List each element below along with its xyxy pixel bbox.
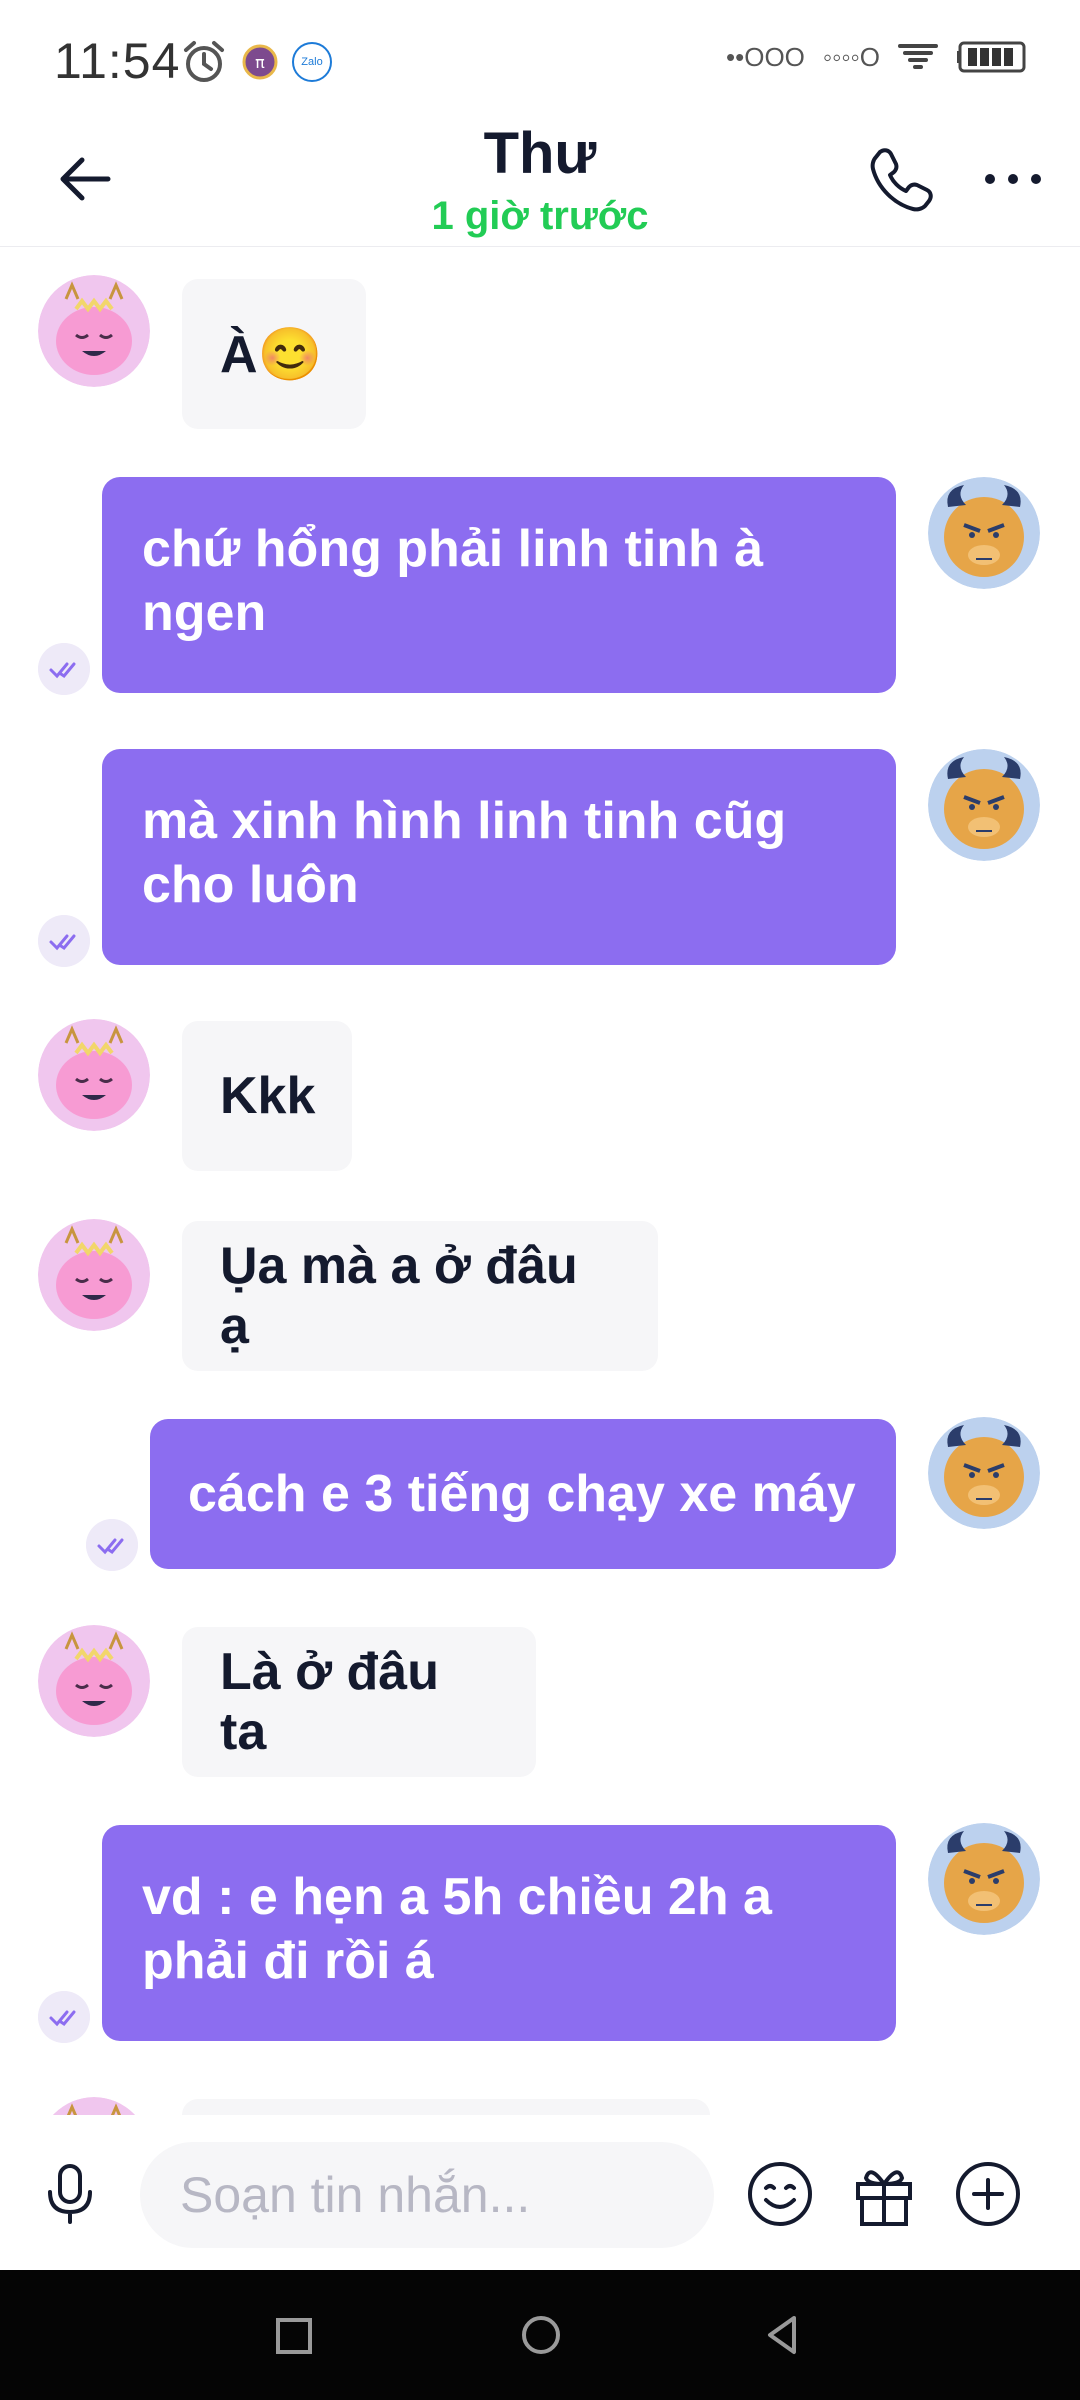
seen-check-icon <box>38 1991 90 2043</box>
seen-check-icon <box>86 1519 138 1571</box>
outgoing-message[interactable]: cách e 3 tiếng chạy xe máy <box>150 1419 896 1569</box>
incoming-message[interactable]: À😊 <box>182 279 366 429</box>
microphone-icon[interactable] <box>36 2160 104 2228</box>
message-composer <box>0 2116 1080 2270</box>
gift-icon[interactable] <box>848 2158 920 2230</box>
my-avatar[interactable] <box>928 1417 1040 1529</box>
phone-call-icon[interactable] <box>862 142 940 220</box>
back-nav-icon[interactable] <box>760 2312 806 2358</box>
status-bar: 11:54 π Zalo ••OOO ◦◦◦◦O <box>0 0 1080 118</box>
svg-text:π: π <box>255 53 265 72</box>
wifi-icon <box>898 44 938 69</box>
system-navigation-bar <box>0 2270 1080 2400</box>
seen-check-icon <box>38 915 90 967</box>
signal-strength-1: ••OOO <box>726 41 805 72</box>
outgoing-message[interactable]: chứ hổng phải linh tinh à ngen <box>102 477 896 693</box>
incoming-message[interactable]: Là ở đâu ta <box>182 1627 536 1777</box>
emoji-icon[interactable] <box>744 2158 816 2230</box>
alarm-icon <box>184 41 224 82</box>
message-list[interactable]: À😊 chứ hổng phải linh tinh à ngen mà xin… <box>0 247 1080 2115</box>
pi-network-icon: π <box>242 44 278 80</box>
message-input[interactable] <box>140 2142 714 2248</box>
contact-avatar[interactable] <box>38 2097 150 2115</box>
signal-strength-2: ◦◦◦◦O <box>822 41 880 72</box>
recent-apps-icon[interactable] <box>272 2314 316 2358</box>
zalo-icon: Zalo <box>292 42 332 82</box>
my-avatar[interactable] <box>928 749 1040 861</box>
battery-icon <box>957 41 1026 73</box>
seen-check-icon <box>38 643 90 695</box>
contact-avatar[interactable] <box>38 1019 150 1131</box>
my-avatar[interactable] <box>928 1823 1040 1935</box>
contact-avatar[interactable] <box>38 1219 150 1331</box>
outgoing-message[interactable]: vd : e hẹn a 5h chiều 2h a phải đi rồi á <box>102 1825 896 2041</box>
contact-avatar[interactable] <box>38 275 150 387</box>
incoming-message[interactable]: Kkk <box>182 1021 352 1171</box>
outgoing-message[interactable]: mà xinh hình linh tinh cũg cho luôn <box>102 749 896 965</box>
add-attachment-icon[interactable] <box>952 2158 1024 2230</box>
contact-avatar[interactable] <box>38 1625 150 1737</box>
more-options-icon[interactable] <box>978 144 1048 214</box>
status-time: 11:54 <box>54 33 181 89</box>
chat-header: Thư 1 giờ trước <box>0 118 1080 247</box>
home-icon[interactable] <box>518 2312 564 2358</box>
incoming-message-partial[interactable] <box>182 2099 710 2115</box>
incoming-message[interactable]: Ụa mà a ở đâu ạ <box>182 1221 658 1371</box>
my-avatar[interactable] <box>928 477 1040 589</box>
